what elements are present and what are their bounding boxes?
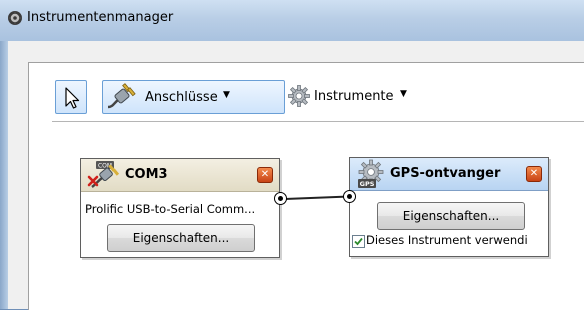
- close-icon[interactable]: ✕: [526, 166, 542, 182]
- gps-gear-icon: GPS: [358, 159, 384, 188]
- node-header[interactable]: COM COM3 ✕: [81, 159, 279, 192]
- use-instrument-label: Dieses Instrument verwendi: [366, 233, 528, 247]
- instruments-menu-label: Instrumente: [314, 89, 394, 104]
- com-port-node[interactable]: COM COM3 ✕ Prolific USB-to-Serial Comm..…: [80, 158, 280, 258]
- close-icon[interactable]: ✕: [257, 167, 273, 183]
- caret-down-icon: ▼: [400, 89, 407, 99]
- select-tool-button[interactable]: [55, 80, 87, 114]
- caret-down-icon: ▼: [223, 90, 230, 100]
- svg-text:GPS: GPS: [360, 180, 375, 188]
- properties-button[interactable]: Eigenschaften...: [107, 224, 255, 252]
- properties-button[interactable]: Eigenschaften...: [377, 202, 525, 230]
- checkmark-icon: [354, 237, 363, 246]
- window-title-bar[interactable]: Instrumentenmanager: [0, 0, 584, 41]
- node-title: GPS-ontvanger: [390, 166, 501, 181]
- com-port-disconnected-icon: COM: [87, 161, 120, 188]
- node-title: COM3: [125, 167, 168, 182]
- toolbar: Anschlüsse ▼ Instrumente ▼: [52, 77, 584, 122]
- instrument-manager-icon: [8, 11, 22, 25]
- connections-menu-label: Anschlüsse: [145, 90, 218, 105]
- node-description: Prolific USB-to-Serial Comm...: [85, 202, 256, 216]
- gps-instrument-node[interactable]: GPS GPS-ontvanger ✕ Eigenschaften... Die…: [349, 157, 549, 257]
- usb-plug-icon: [107, 83, 136, 109]
- window-title: Instrumentenmanager: [27, 10, 174, 25]
- use-instrument-checkbox[interactable]: [352, 235, 365, 248]
- instruments-menu-button[interactable]: Instrumente ▼: [286, 80, 416, 112]
- input-port[interactable]: [343, 190, 356, 203]
- node-header[interactable]: GPS GPS-ontvanger ✕: [350, 158, 548, 191]
- output-port[interactable]: [274, 192, 287, 205]
- gear-icon: [288, 85, 310, 107]
- pointer-arrow-icon: [65, 87, 80, 109]
- connections-menu-button[interactable]: Anschlüsse ▼: [102, 80, 285, 114]
- window-left-frame: [0, 41, 8, 309]
